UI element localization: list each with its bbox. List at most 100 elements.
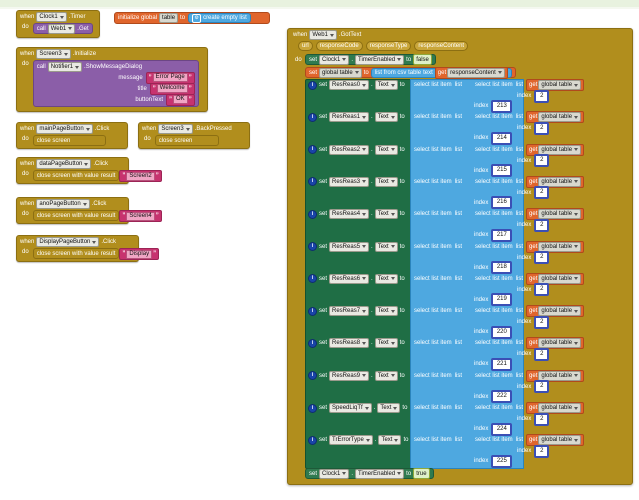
outer-index-value[interactable]: 222: [491, 390, 513, 404]
blocks-canvas[interactable]: when Clock1 .Timer do call Web1 .Get ini…: [0, 0, 639, 500]
set-resreas1-text[interactable]: i set ResReas1. Text to: [308, 112, 405, 123]
buttontext-text-block[interactable]: ” OK ”: [166, 93, 195, 106]
info-badge-icon[interactable]: i: [308, 371, 317, 381]
info-badge-icon[interactable]: i: [308, 177, 317, 187]
global-table-dropdown[interactable]: global table: [538, 209, 582, 220]
set-resreas4-text[interactable]: i set ResReas4. Text to: [308, 209, 405, 220]
list-from-csv-table-block[interactable]: list from csv table text get responseCon…: [370, 66, 512, 79]
component-dropdown[interactable]: ResReas3: [329, 176, 370, 187]
info-badge-icon[interactable]: i: [308, 112, 317, 122]
clock1-component-dropdown[interactable]: Clock1: [36, 12, 67, 22]
inner-select-list-item[interactable]: select list item list get global table: [475, 143, 585, 156]
responsecontent-dropdown[interactable]: responseContent: [447, 67, 505, 78]
component-dropdown[interactable]: ResReas1: [329, 112, 370, 123]
inner-select-list-item[interactable]: select list item list get global table: [475, 208, 585, 221]
call-web1-get[interactable]: call Web1 .Get: [32, 23, 93, 34]
info-badge-icon[interactable]: i: [308, 403, 317, 413]
property-dropdown[interactable]: Text: [374, 80, 398, 90]
inner-select-list-item[interactable]: select list item list get global table: [475, 111, 585, 124]
close-screen-with-value-statement[interactable]: close screen with value result: [32, 170, 120, 181]
outer-index-value[interactable]: 225: [491, 454, 513, 468]
inner-index-value[interactable]: 2: [534, 283, 550, 297]
property-dropdown[interactable]: Text: [374, 112, 398, 123]
set-resreas7-text[interactable]: i set ResReas7. Text to: [308, 306, 405, 317]
info-badge-icon[interactable]: i: [308, 209, 317, 219]
set-resreas5-text[interactable]: i set ResReas5. Text to: [308, 241, 405, 252]
inner-select-list-item[interactable]: select list item list get global table: [475, 272, 585, 285]
inner-index-value[interactable]: 2: [534, 121, 550, 135]
logic-false-block[interactable]: false: [413, 54, 432, 65]
set-resreas6-text[interactable]: i set ResReas6. Text to: [308, 273, 405, 284]
outer-select-list-item[interactable]: select list item list: [414, 80, 462, 90]
property-dropdown[interactable]: Text: [374, 144, 398, 155]
title-text-block[interactable]: ” Welcome ”: [149, 82, 195, 95]
component-dropdown[interactable]: ResReas7: [329, 306, 370, 317]
logic-true-block[interactable]: true: [413, 468, 430, 479]
outer-select-list-item[interactable]: select list item list: [414, 371, 462, 381]
outer-index-value[interactable]: 218: [491, 261, 513, 274]
inner-index-value[interactable]: 2: [534, 347, 550, 361]
component-dropdown[interactable]: TrErrorType: [329, 435, 373, 446]
outer-select-list-item[interactable]: select list item list: [414, 177, 462, 187]
inner-select-list-item[interactable]: select list item list get global table: [475, 240, 585, 253]
block-mainpagebutton-click[interactable]: when mainPageButton .Click do close scre…: [16, 122, 128, 149]
set-resreas8-text[interactable]: i set ResReas8. Text to: [308, 338, 405, 349]
outer-select-list-item[interactable]: select list item list: [414, 209, 462, 219]
component-dropdown[interactable]: SpeedLiqTf: [329, 403, 372, 413]
result-text-block-screen2[interactable]: ” Screen2 ”: [119, 170, 162, 182]
global-table-dropdown[interactable]: global table: [538, 338, 582, 349]
inner-select-list-item[interactable]: select list item list get global table: [475, 79, 585, 91]
inner-index-value[interactable]: 2: [534, 218, 550, 232]
property-dropdown[interactable]: Text: [374, 176, 398, 187]
property-dropdown[interactable]: Text: [378, 435, 402, 446]
get-responsecontent-block[interactable]: get responseContent: [434, 66, 508, 79]
param-responsecode[interactable]: responseCode: [315, 41, 363, 51]
set-resreas9-text[interactable]: i set ResReas9. Text to: [308, 370, 405, 381]
clock1-component-dropdown[interactable]: Clock1: [319, 468, 350, 479]
param-responsecontent[interactable]: responseContent: [414, 41, 469, 51]
property-dropdown[interactable]: Text: [374, 209, 398, 220]
init-global-table-row[interactable]: initialize global table to ⚙ create empt…: [114, 12, 270, 24]
close-screen-with-value-statement[interactable]: close screen with value result: [32, 248, 120, 259]
set-resreas3-text[interactable]: i set ResReas3. Text to: [308, 176, 405, 187]
outer-select-list-item[interactable]: select list item list: [414, 145, 462, 155]
create-empty-list-block[interactable]: ⚙ create empty list: [188, 13, 251, 23]
inner-index-value[interactable]: 2: [534, 444, 550, 458]
info-badge-icon[interactable]: i: [308, 274, 317, 284]
call-notifier1-showmessagedialog[interactable]: call Notifier1 .ShowMessageDialog messag…: [32, 60, 199, 107]
outer-index-value[interactable]: 219: [491, 293, 513, 307]
global-table-dropdown[interactable]: global table: [538, 112, 582, 123]
outer-index-value[interactable]: 214: [491, 131, 513, 145]
inner-select-list-item[interactable]: select list item list get global table: [475, 434, 585, 447]
global-table-dropdown[interactable]: global table: [538, 403, 582, 413]
outer-select-list-item[interactable]: select list item list: [414, 242, 462, 252]
set-global-table-statement[interactable]: set global table to list from csv table …: [305, 66, 516, 79]
global-table-dropdown[interactable]: global table: [538, 306, 582, 317]
global-table-dropdown[interactable]: global table: [538, 80, 582, 90]
info-badge-icon[interactable]: i: [308, 145, 317, 155]
component-dropdown[interactable]: ResReas8: [329, 338, 370, 349]
inner-index-value[interactable]: 2: [534, 154, 550, 168]
inner-index-value[interactable]: 2: [534, 315, 550, 329]
close-screen-statement[interactable]: close screen: [154, 135, 219, 146]
info-badge-icon[interactable]: i: [308, 80, 317, 90]
outer-index-value[interactable]: 215: [491, 164, 513, 178]
set-trerrortype-text[interactable]: i set TrErrorType. Text to: [308, 435, 409, 446]
inner-select-list-item[interactable]: select list item list get global table: [475, 305, 585, 318]
outer-index-value[interactable]: 221: [491, 357, 513, 371]
outer-index-value[interactable]: 224: [491, 422, 513, 436]
inner-select-list-item[interactable]: select list item list get global table: [475, 402, 585, 414]
outer-select-list-item[interactable]: select list item list: [414, 403, 462, 413]
outer-select-list-item[interactable]: select list item list: [414, 274, 462, 284]
close-screen-with-value-statement[interactable]: close screen with value result: [32, 210, 120, 221]
block-screen3-initialize[interactable]: when Screen3 .Initialize do call Notifie…: [16, 47, 208, 112]
block-init-global-table[interactable]: initialize global table to ⚙ create empt…: [114, 12, 270, 24]
result-text-block-screen4[interactable]: ” Screen4 ”: [119, 210, 162, 222]
block-displaypagebutton-click[interactable]: when DisplayPageButton .Click do close s…: [16, 235, 160, 262]
mutator-gear-icon[interactable]: ⚙: [192, 13, 202, 23]
component-dropdown[interactable]: ResReas9: [329, 370, 370, 381]
inner-index-value[interactable]: 2: [534, 380, 550, 394]
property-dropdown[interactable]: Text: [374, 273, 398, 284]
timerenabled-property-dropdown[interactable]: TimerEnabled: [355, 54, 405, 65]
component-dropdown[interactable]: ResReas2: [329, 144, 370, 155]
